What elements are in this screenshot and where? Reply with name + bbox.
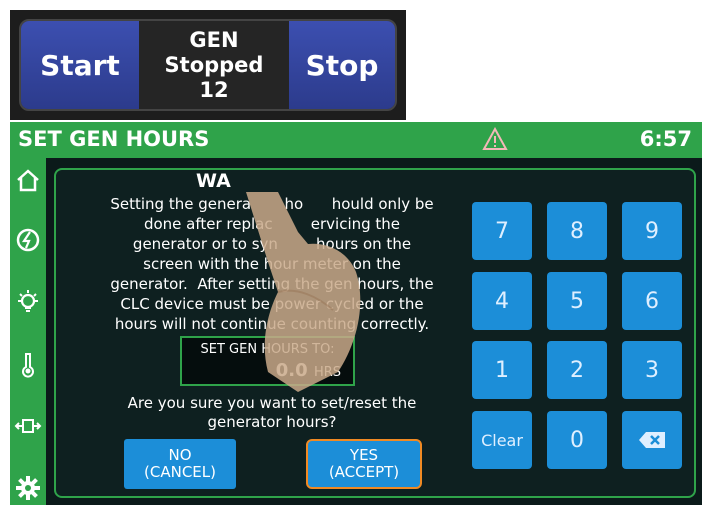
cancel-button[interactable]: NO (CANCEL) — [124, 439, 236, 489]
warning-line: Setting the genera ho hould only be — [110, 195, 434, 213]
accept-button[interactable]: YES (ACCEPT) — [306, 439, 422, 489]
keypad-key-1[interactable]: 1 — [472, 341, 532, 399]
settings-gear-icon[interactable] — [14, 474, 42, 502]
warning-line: hours will not continue counting correct… — [114, 315, 430, 333]
gen-stop-button[interactable]: Stop — [289, 21, 395, 109]
warning-title: WA — [196, 170, 231, 192]
generator-control-bar: Start GEN Stopped 12 Stop — [19, 19, 397, 111]
gen-status-display: GEN Stopped 12 — [139, 21, 289, 109]
gen-hours-label: SET GEN HOURS TO: — [200, 342, 335, 357]
keypad-key-7[interactable]: 7 — [472, 202, 532, 260]
warning-line: done after replac ervicing the — [143, 215, 401, 233]
key-label: 0 — [570, 427, 584, 453]
key-label: 5 — [570, 288, 584, 314]
keypad-key-9[interactable]: 9 — [622, 202, 682, 260]
backspace-icon — [639, 432, 665, 448]
home-icon[interactable] — [14, 166, 42, 194]
accept-button-line1: YES — [349, 446, 379, 464]
key-label: Clear — [481, 430, 523, 450]
key-label: 3 — [645, 357, 659, 383]
lightbulb-icon[interactable] — [14, 288, 42, 316]
gen-hours-value: 0.0 — [275, 360, 308, 381]
cancel-button-line1: NO — [168, 446, 192, 464]
keypad-key-5[interactable]: 5 — [547, 272, 607, 330]
key-label: 1 — [495, 357, 509, 383]
title-bar: SET GEN HOURS 6:57 — [10, 122, 702, 158]
generator-icon[interactable] — [14, 226, 42, 254]
key-label: 7 — [495, 218, 509, 244]
gen-hours-unit: HRS — [313, 365, 341, 380]
gen-status-line2: Stopped — [164, 52, 264, 77]
keypad-key-2[interactable]: 2 — [547, 341, 607, 399]
key-label: 9 — [645, 218, 659, 244]
generator-control-panel: Start GEN Stopped 12 Stop — [10, 10, 406, 120]
keypad-key-6[interactable]: 6 — [622, 272, 682, 330]
gen-hours-field[interactable]: SET GEN HOURS TO: 0.0 HRS — [180, 336, 355, 386]
warning-line: generator or to syn hours on the — [132, 235, 412, 253]
sidebar-nav — [10, 158, 46, 505]
keypad-clear-button[interactable]: Clear — [472, 411, 532, 469]
key-label: 4 — [495, 288, 509, 314]
key-label: 6 — [645, 288, 659, 314]
gen-start-button[interactable]: Start — [21, 21, 139, 109]
keypad-key-4[interactable]: 4 — [472, 272, 532, 330]
accept-button-line2: (ACCEPT) — [328, 463, 400, 481]
warning-line: CLC device must be power cycled or the — [120, 295, 424, 313]
key-label: 2 — [570, 357, 584, 383]
keypad-backspace-button[interactable] — [622, 411, 682, 469]
gen-stop-label: Stop — [305, 48, 379, 82]
warning-line: generator. After setting the gen hours, … — [110, 275, 434, 293]
clock: 6:57 — [639, 127, 692, 151]
gen-hours-value-row: 0.0 HRS — [276, 360, 341, 381]
warning-line: screen with the hour meter on the — [143, 255, 401, 273]
keypad-key-0[interactable]: 0 — [547, 411, 607, 469]
thermometer-icon[interactable] — [14, 350, 42, 378]
warning-message: Setting the genera ho hould only be done… — [84, 194, 460, 334]
gen-status-line1: GEN — [189, 27, 239, 52]
key-label: 8 — [570, 218, 584, 244]
confirm-question: Are you sure you want to set/reset the g… — [92, 394, 452, 432]
page-title: SET GEN HOURS — [18, 127, 210, 151]
touchscreen: SET GEN HOURS 6:57 WA Setting the genera… — [10, 122, 702, 505]
cancel-button-line2: (CANCEL) — [144, 463, 216, 481]
confirm-line: generator hours? — [207, 413, 337, 431]
warning-triangle-icon[interactable] — [482, 127, 508, 151]
confirm-line: Are you sure you want to set/reset the — [127, 394, 417, 412]
slideout-icon[interactable] — [14, 412, 42, 440]
keypad-key-3[interactable]: 3 — [622, 341, 682, 399]
gen-status-line3: 12 — [199, 77, 229, 102]
keypad-key-8[interactable]: 8 — [547, 202, 607, 260]
gen-start-label: Start — [40, 48, 120, 82]
